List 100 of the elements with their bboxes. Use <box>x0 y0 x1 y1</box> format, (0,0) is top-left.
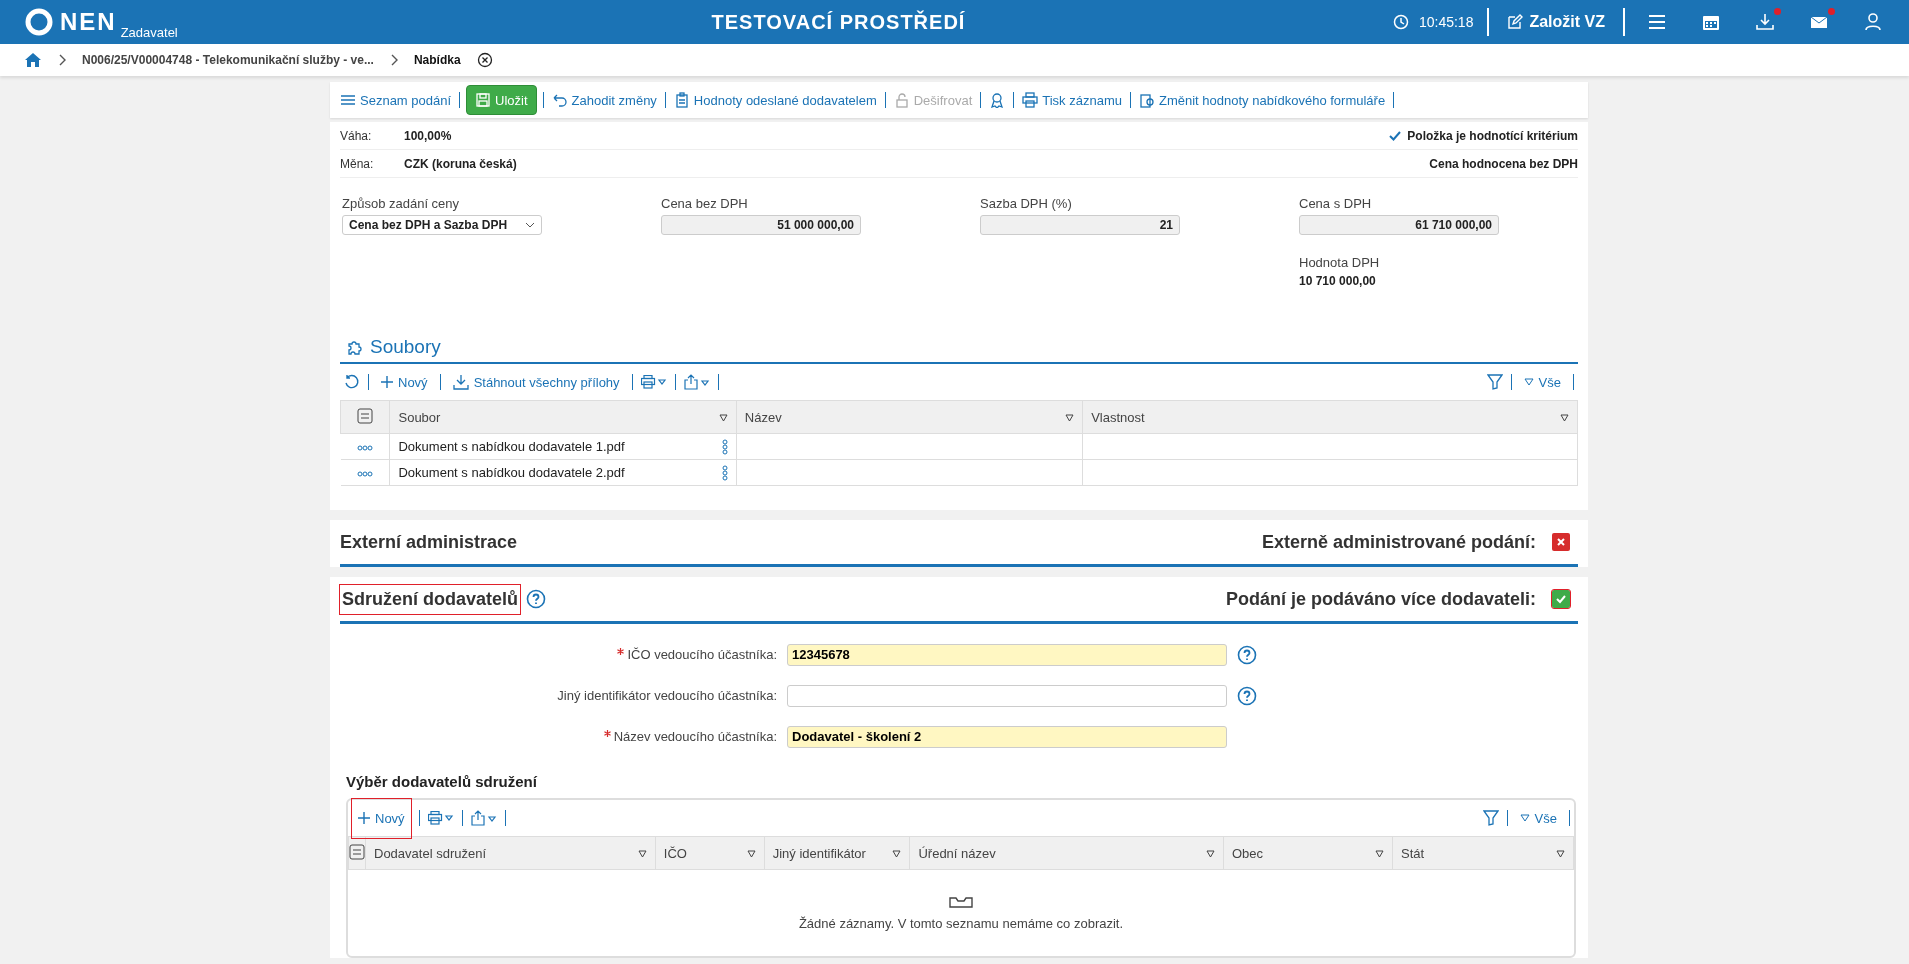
triangle-icon <box>1523 378 1534 386</box>
home-icon[interactable] <box>24 52 42 68</box>
clock-time: 10:45:18 <box>1418 14 1474 30</box>
input-field[interactable]: 12345678 <box>787 643 1227 666</box>
price-field: 51 000 000,00 <box>661 215 861 235</box>
subsection-title: Výběr dodavatelů sdružení <box>345 772 538 792</box>
toolbar-button[interactable]: Tisk záznamu <box>1020 89 1124 111</box>
kebab-icon[interactable] <box>721 438 728 455</box>
sort-icon[interactable] <box>892 849 902 858</box>
field-label: Cena bez DPH <box>661 196 749 211</box>
chevron-icon <box>58 54 66 66</box>
field-label: Název vedoucího účastníka: <box>613 729 777 744</box>
download-all-button[interactable]: Stáhnout všechny přílohy <box>448 370 624 394</box>
notification-dot <box>1828 8 1835 15</box>
price-mode-select[interactable]: Cena bez DPH a Sazba DPH <box>342 215 542 235</box>
breadcrumb-link[interactable]: Nabídka <box>413 53 461 67</box>
toolbar-button[interactable]: Hodnoty odeslané dodavatelem <box>671 89 879 111</box>
print-icon[interactable] <box>427 811 454 825</box>
field-label: Cena s DPH <box>1299 196 1373 211</box>
section-title: Soubory <box>370 336 441 358</box>
column-header[interactable]: IČO <box>663 845 687 861</box>
price-field: 61 710 000,00 <box>1299 215 1499 235</box>
chevron-down-icon <box>525 222 535 228</box>
notification-dot <box>1774 8 1781 15</box>
export-icon[interactable] <box>470 810 497 826</box>
table-cell: Dokument s nabídkou dodavatele 2.pdf <box>398 464 625 480</box>
sort-icon[interactable] <box>1065 413 1075 422</box>
sort-icon[interactable] <box>746 849 756 858</box>
sort-icon[interactable] <box>1560 413 1569 422</box>
field-label: Hodnota DPH <box>1299 255 1381 270</box>
row-menu-icon[interactable] <box>357 471 373 477</box>
column-settings-icon[interactable] <box>357 407 374 424</box>
column-header[interactable]: Soubor <box>398 409 441 425</box>
logo-text: NEN <box>60 8 117 36</box>
input-field[interactable]: Dodavatel - školení 2 <box>787 725 1227 748</box>
section-title: Sdružení dodavatelů <box>340 584 521 614</box>
field-label: Sazba DPH (%) <box>980 196 1073 211</box>
undo-icon <box>551 92 568 108</box>
logo-icon <box>24 7 54 37</box>
kebab-icon[interactable] <box>721 464 728 481</box>
field-label: Měna: <box>340 156 375 171</box>
export-icon[interactable] <box>683 374 710 390</box>
print-icon <box>1022 92 1039 108</box>
input-field[interactable] <box>787 684 1227 707</box>
filter-all-button[interactable]: Vše <box>1519 370 1565 394</box>
help-icon[interactable] <box>1237 644 1257 665</box>
download-icon[interactable] <box>1755 12 1775 32</box>
plus-icon <box>381 376 393 388</box>
field-value: 100,00% <box>404 128 452 143</box>
save-icon <box>475 92 492 108</box>
create-button[interactable]: Založit VZ <box>1499 13 1613 31</box>
flag-label: Externě administrované podání: <box>1261 531 1536 553</box>
filter-icon[interactable] <box>1482 810 1499 826</box>
column-header[interactable]: Název <box>744 409 782 425</box>
breadcrumb-link[interactable]: N006/25/V00004748 - Telekomunikační služby - ve... <box>82 53 374 67</box>
column-header[interactable]: Stát <box>1401 845 1425 861</box>
close-icon[interactable] <box>476 52 493 68</box>
column-settings-icon[interactable] <box>349 843 365 860</box>
field-label: Jiný identifikátor vedoucího účastníka: <box>557 688 777 703</box>
toolbar-button[interactable]: Seznam podání <box>338 89 454 111</box>
section-title: Externí administrace <box>340 531 518 553</box>
sort-icon[interactable] <box>718 413 728 422</box>
empty-tray-icon <box>949 895 973 908</box>
new-button[interactable]: Nový <box>377 370 432 394</box>
field-label: IČO vedoucího účastníka: <box>627 647 777 662</box>
sort-icon[interactable] <box>637 849 647 858</box>
plus-icon <box>358 812 370 824</box>
flag-label: Podání je podáváno více dodavateli: <box>1225 588 1536 610</box>
puzzle-icon <box>346 338 364 356</box>
column-header[interactable]: Vlastnost <box>1091 409 1145 425</box>
price-field: 21 <box>980 215 1180 235</box>
new-button[interactable]: Nový <box>352 798 411 838</box>
help-icon[interactable] <box>1237 685 1257 706</box>
environment-title: TESTOVACÍ PROSTŘEDÍ <box>710 10 967 34</box>
row-menu-icon[interactable] <box>357 445 373 451</box>
refresh-icon[interactable] <box>344 374 360 390</box>
role-label: Zadavatel <box>120 24 178 40</box>
column-header[interactable]: Obec <box>1231 845 1263 861</box>
filter-all-button[interactable]: Vše <box>1515 806 1561 830</box>
user-icon[interactable] <box>1863 12 1883 32</box>
toolbar-button[interactable]: Zahodit změny <box>549 89 659 111</box>
filter-icon[interactable] <box>1486 374 1503 390</box>
help-icon[interactable] <box>526 589 547 609</box>
lock-icon <box>893 92 910 108</box>
toolbar-button[interactable]: Změnit hodnoty nabídkového formuláře <box>1136 89 1388 111</box>
sort-icon[interactable] <box>1205 849 1215 858</box>
check-icon <box>1389 130 1402 141</box>
field-value: CZK (koruna česká) <box>404 156 517 171</box>
criterion-text: Položka je hodnotící kritérium <box>1407 128 1578 143</box>
column-header[interactable]: Dodavatel sdružení <box>374 845 486 861</box>
sort-icon[interactable] <box>1556 849 1565 858</box>
column-header[interactable]: Úřední název <box>918 845 996 861</box>
field-label: Váha: <box>340 128 373 143</box>
list-icon <box>340 92 356 108</box>
settings-icon <box>1138 92 1155 108</box>
download-icon <box>452 374 469 390</box>
menu-icon[interactable] <box>1647 12 1667 32</box>
clipboard-icon <box>673 92 690 108</box>
sort-icon[interactable] <box>1375 849 1384 858</box>
print-icon[interactable] <box>640 375 667 389</box>
